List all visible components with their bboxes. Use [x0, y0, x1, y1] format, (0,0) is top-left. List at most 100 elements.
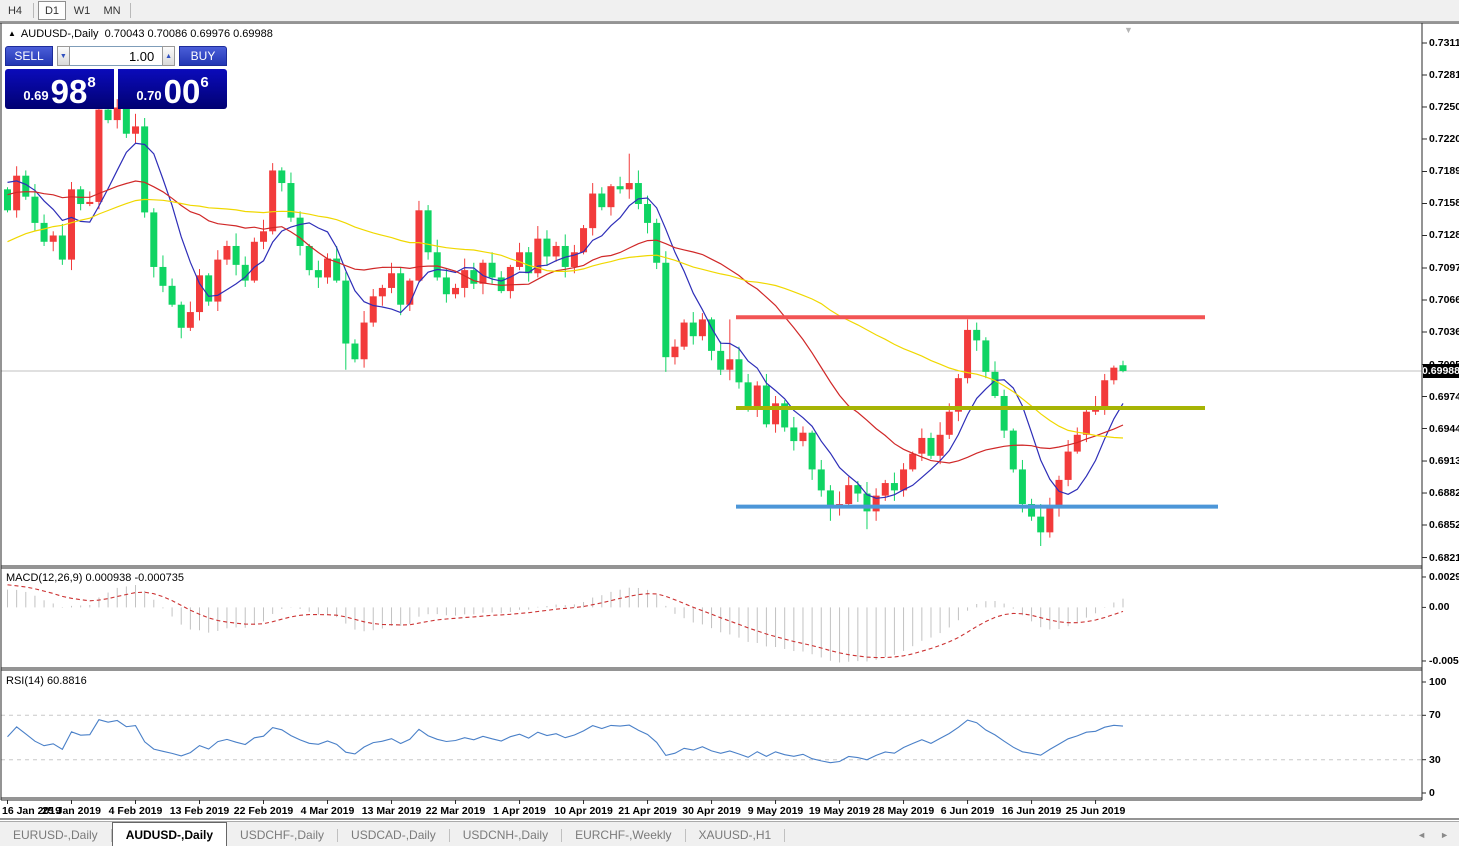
- candle-body: [543, 239, 550, 257]
- candle-body: [489, 263, 496, 278]
- candle-body: [205, 275, 212, 301]
- candle-body: [1110, 368, 1117, 381]
- toolbar-separator: [130, 3, 131, 18]
- candle-body: [406, 281, 413, 305]
- tab-scroll-right-icon[interactable]: ►: [1440, 830, 1449, 840]
- candle-body: [1119, 365, 1126, 371]
- date-axis-label: 1 Apr 2019: [493, 805, 546, 817]
- price-axis-label: 0.70360: [1429, 326, 1459, 338]
- candle-body: [297, 218, 304, 246]
- date-axis-label: 21 Apr 2019: [618, 805, 677, 817]
- price-axis-label: 0.70665: [1429, 294, 1459, 306]
- date-axis-label: 4 Mar 2019: [301, 805, 355, 817]
- chart-tab-xauusd[interactable]: XAUUSD-,H1: [686, 823, 785, 846]
- date-axis-label: 6 Jun 2019: [941, 805, 995, 817]
- candle-body: [434, 252, 441, 277]
- macd-scale-label: 0.00: [1429, 601, 1449, 613]
- buy-button[interactable]: BUY: [179, 46, 227, 66]
- candle-body: [379, 288, 386, 296]
- candle-body: [809, 433, 816, 470]
- chart-symbol-label: AUDUSD-,Daily: [21, 28, 99, 40]
- candle-body: [918, 438, 925, 454]
- chart-tab-usdcad[interactable]: USDCAD-,Daily: [338, 823, 449, 846]
- sell-price-big: 98: [51, 77, 88, 107]
- chart-tab-usdchf[interactable]: USDCHF-,Daily: [227, 823, 337, 846]
- candle-body: [187, 312, 194, 328]
- date-axis-label: 28 May 2019: [873, 805, 934, 817]
- price-axis-label: 0.69130: [1429, 455, 1459, 467]
- candle-body: [626, 183, 633, 189]
- candle-body: [1083, 412, 1090, 435]
- volume-increase-button[interactable]: ▲: [162, 46, 175, 66]
- price-axis-label: 0.68520: [1429, 519, 1459, 531]
- sell-button[interactable]: SELL: [5, 46, 53, 66]
- macd-signal-line: [8, 585, 1123, 658]
- chart-tab-bar: EURUSD-,DailyAUDUSD-,DailyUSDCHF-,DailyU…: [0, 821, 1459, 846]
- current-price-badge: 0.69988: [1423, 364, 1459, 378]
- candle-body: [223, 246, 230, 260]
- candle-body: [790, 427, 797, 441]
- price-axis-label: 0.71280: [1429, 229, 1459, 241]
- sell-price-box[interactable]: 0.69 98 8: [5, 69, 114, 109]
- date-axis-label: 22 Mar 2019: [426, 805, 486, 817]
- candle-body: [507, 267, 514, 291]
- collapse-arrow-icon[interactable]: ▲: [8, 29, 16, 38]
- chart-shift-marker-icon[interactable]: ▼: [1124, 25, 1133, 35]
- timeframe-toolbar: H4 D1W1MN: [0, 0, 1459, 22]
- buy-price-box[interactable]: 0.70 00 6: [118, 69, 227, 109]
- candle-body: [324, 259, 331, 278]
- chart-tab-eurusd[interactable]: EURUSD-,Daily: [0, 823, 111, 846]
- chart-canvas[interactable]: [0, 22, 1459, 821]
- candle-body: [461, 270, 468, 288]
- candle-body: [260, 231, 267, 241]
- candle-body: [105, 110, 112, 120]
- candle-body: [946, 412, 953, 435]
- candle-body: [1065, 452, 1072, 480]
- volume-input[interactable]: [70, 46, 163, 66]
- candle-body: [653, 223, 660, 263]
- candle-body: [754, 385, 761, 409]
- price-axis-label: 0.72810: [1429, 69, 1459, 81]
- candle-body: [937, 435, 944, 456]
- timeframe-button-d1[interactable]: D1: [38, 1, 66, 20]
- candle-body: [361, 323, 368, 360]
- candle-body: [662, 263, 669, 357]
- candle-body: [388, 273, 395, 288]
- macd-scale-label: -0.005256: [1429, 655, 1459, 667]
- candle-body: [681, 323, 688, 347]
- candle-body: [818, 469, 825, 490]
- candle-body: [287, 183, 294, 218]
- macd-histogram: [8, 585, 1123, 662]
- date-axis-label: 10 Apr 2019: [554, 805, 613, 817]
- timeframe-button-w1[interactable]: W1: [68, 1, 96, 20]
- candle-body: [927, 438, 934, 456]
- candle-body: [598, 194, 605, 208]
- candle-body: [726, 359, 733, 369]
- candle-body: [553, 246, 560, 256]
- one-click-trading-panel: SELL ▼ ▲ BUY 0.69 98 8 0.70 00 6: [5, 46, 227, 109]
- candle-body: [845, 485, 852, 504]
- tab-separator: [784, 829, 785, 842]
- price-axis-label: 0.69745: [1429, 391, 1459, 403]
- candle-body: [397, 273, 404, 304]
- price-axis-label: 0.71585: [1429, 197, 1459, 209]
- candle-body: [1055, 480, 1062, 506]
- candle-body: [799, 433, 806, 441]
- rsi-indicator-label: RSI(14) 60.8816: [6, 675, 87, 687]
- price-axis-label: 0.73115: [1429, 37, 1459, 49]
- timeframe-button-h4[interactable]: H4: [1, 1, 29, 20]
- volume-decrease-button[interactable]: ▼: [57, 46, 70, 66]
- chart-tab-audusd[interactable]: AUDUSD-,Daily: [112, 822, 227, 846]
- chart-tab-usdcnh[interactable]: USDCNH-,Daily: [450, 823, 561, 846]
- moving-average-7: [8, 143, 1123, 498]
- macd-scale-label: 0.002984: [1429, 571, 1459, 583]
- chart-tab-eurchf[interactable]: EURCHF-,Weekly: [562, 823, 684, 846]
- tab-scroll-left-icon[interactable]: ◄: [1417, 830, 1426, 840]
- candle-body: [1019, 469, 1026, 504]
- timeframe-button-mn[interactable]: MN: [98, 1, 126, 20]
- candle-body: [882, 483, 889, 496]
- date-axis-label: 25 Jan 2019: [42, 805, 101, 817]
- date-axis-label: 13 Mar 2019: [362, 805, 422, 817]
- moving-average-21: [8, 181, 1123, 463]
- candle-body: [132, 126, 139, 133]
